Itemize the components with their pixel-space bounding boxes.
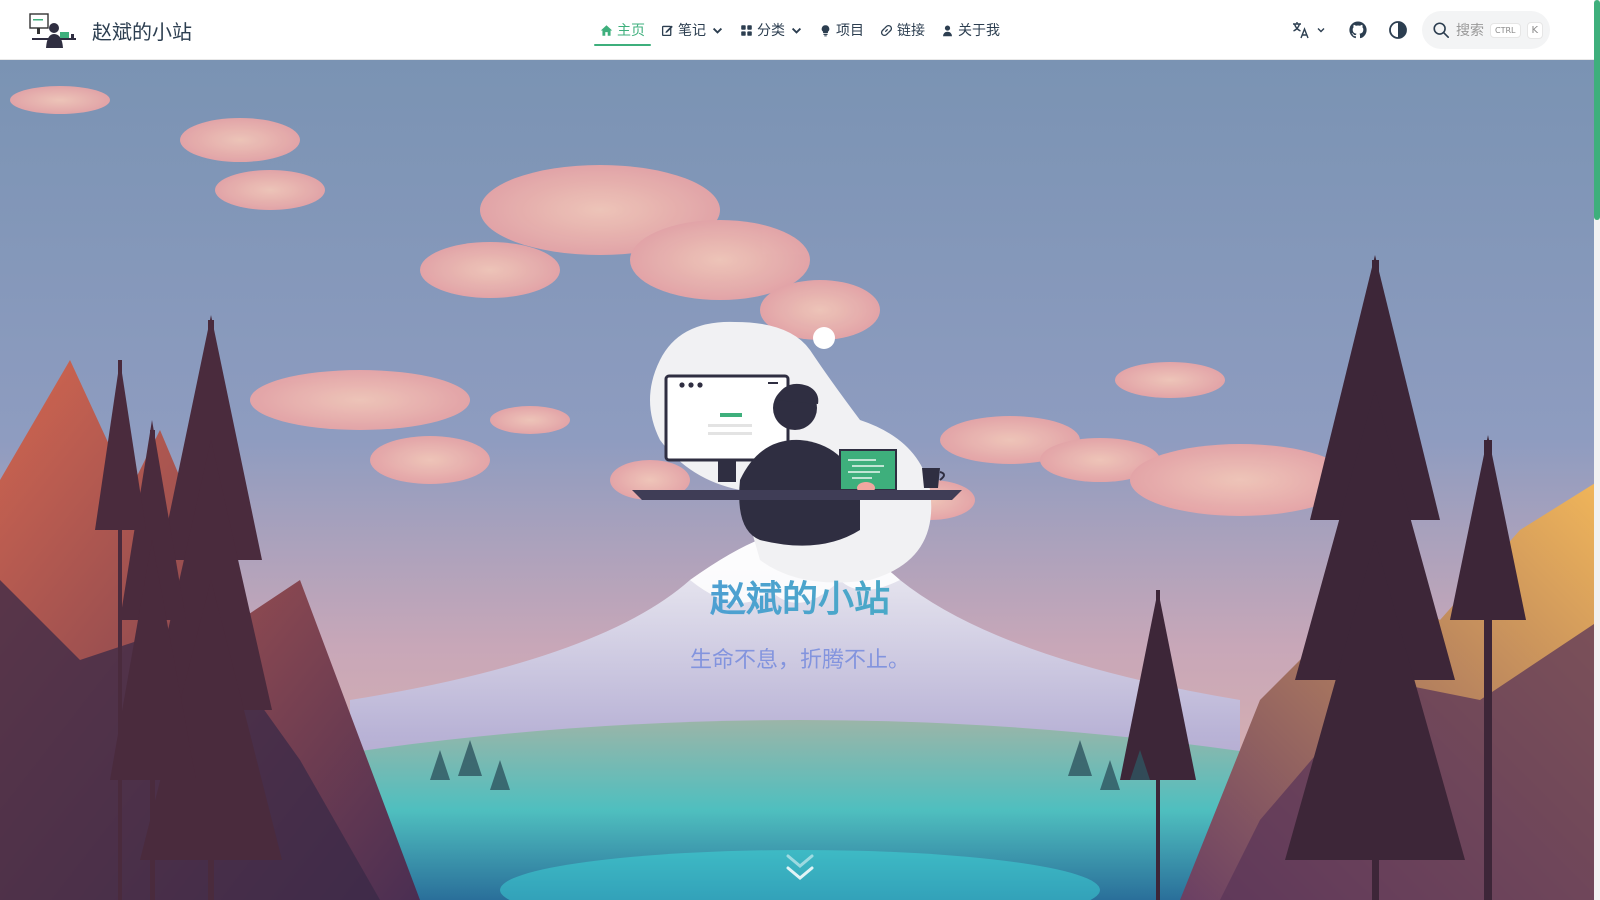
navbar: 赵斌的小站 主页 笔记 分类 项目 链接 关于我 搜索 CTRL K	[0, 0, 1600, 60]
bulb-icon	[821, 24, 830, 36]
edit-icon	[661, 25, 673, 36]
user-icon	[943, 24, 952, 36]
chevron-down-icon	[791, 27, 802, 34]
scrollbar-thumb[interactable]	[1594, 0, 1600, 220]
main-nav: 主页 笔记 分类 项目 链接 关于我	[592, 0, 1008, 60]
nav-label: 项目	[836, 23, 864, 39]
nav-label: 笔记	[678, 23, 706, 39]
github-icon	[1349, 21, 1367, 39]
site-title: 赵斌的小站	[92, 19, 192, 44]
search-icon	[1433, 22, 1450, 39]
github-link[interactable]	[1346, 12, 1370, 48]
theme-toggle-button[interactable]	[1386, 12, 1410, 48]
shortcut-key-ctrl: CTRL	[1490, 22, 1521, 38]
nav-label: 主页	[617, 23, 645, 39]
hero-description: 生命不息，折腾不止。	[689, 648, 910, 673]
nav-item-about[interactable]: 关于我	[933, 0, 1008, 60]
nav-label: 关于我	[958, 23, 1000, 39]
nav-item-categories[interactable]: 分类	[732, 0, 811, 60]
search-input[interactable]: 搜索 CTRL K	[1422, 11, 1550, 49]
nav-item-links[interactable]: 链接	[872, 0, 933, 60]
language-switch-button[interactable]	[1286, 12, 1330, 48]
brand-link[interactable]: 赵斌的小站	[26, 10, 192, 50]
chevron-down-icon	[1317, 28, 1324, 33]
shortcut-key-k: K	[1526, 21, 1544, 39]
contrast-icon	[1389, 21, 1407, 39]
link-icon	[880, 24, 893, 36]
hero-title: 赵斌的小站	[0, 570, 1600, 622]
search-placeholder: 搜索	[1456, 23, 1484, 39]
translate-icon	[1292, 22, 1309, 39]
nav-item-projects[interactable]: 项目	[811, 0, 872, 60]
chevron-down-icon	[712, 27, 723, 34]
grid-icon	[741, 24, 752, 36]
nav-item-notes[interactable]: 笔记	[653, 0, 732, 60]
hero-background-illustration	[0, 60, 1600, 900]
site-logo	[29, 13, 76, 48]
home-icon	[600, 24, 613, 36]
nav-label: 链接	[897, 23, 925, 39]
hero-section: 赵斌的小站 生命不息，折腾不止。	[0, 60, 1600, 900]
scroll-down-icon[interactable]	[784, 850, 816, 884]
nav-label: 分类	[757, 23, 785, 39]
nav-item-home[interactable]: 主页	[592, 0, 653, 60]
nav-toolbar: 搜索 CTRL K	[1286, 0, 1550, 60]
